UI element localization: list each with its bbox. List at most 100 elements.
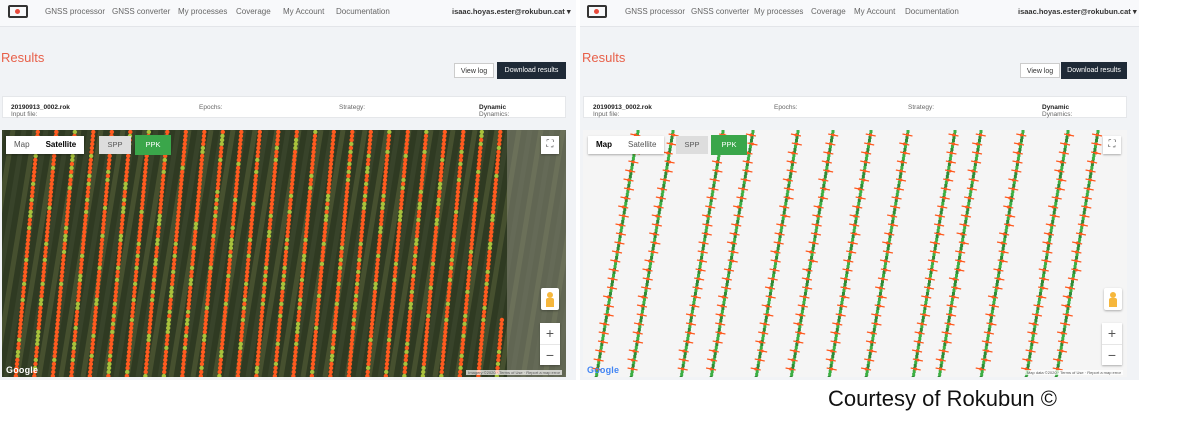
nav-documentation[interactable]: Documentation bbox=[905, 7, 959, 16]
fullscreen-icon[interactable]: ⛶ bbox=[541, 136, 559, 154]
float-point bbox=[98, 249, 104, 255]
map-type-satellite-button[interactable]: Satellite bbox=[38, 136, 85, 154]
dynamics-field: Dynamics: Dynamic bbox=[479, 104, 509, 118]
float-point bbox=[156, 229, 161, 235]
nav-my-processes[interactable]: My processes bbox=[178, 7, 227, 16]
fix-point bbox=[106, 365, 112, 371]
pegman-icon[interactable] bbox=[1104, 288, 1122, 310]
float-point bbox=[270, 193, 275, 199]
float-point bbox=[33, 353, 39, 359]
nav-gnss-converter[interactable]: GNSS converter bbox=[691, 7, 749, 16]
map-type-satellite-button[interactable]: Satellite bbox=[620, 136, 664, 154]
satellite-map[interactable]: Map Satellite SPP PPK ⛶ + − Google Image… bbox=[2, 130, 566, 377]
rokubun-logo[interactable] bbox=[8, 5, 28, 18]
fix-track-segment bbox=[710, 193, 714, 196]
float-point bbox=[236, 157, 241, 163]
float-point bbox=[440, 357, 445, 363]
nav-gnss-processor[interactable]: GNSS processor bbox=[625, 7, 685, 16]
fix-track-segment bbox=[835, 328, 839, 331]
float-point bbox=[487, 249, 492, 255]
fix-track-segment bbox=[955, 271, 959, 274]
float-point bbox=[239, 333, 244, 339]
zoom-out-button[interactable]: − bbox=[540, 345, 560, 366]
float-point bbox=[45, 221, 51, 227]
float-point bbox=[405, 337, 410, 343]
rokubun-logo[interactable] bbox=[587, 5, 607, 18]
float-point bbox=[668, 160, 672, 164]
float-point bbox=[226, 269, 231, 275]
fix-track-segment bbox=[852, 229, 856, 232]
fix-track-segment bbox=[912, 373, 916, 376]
nav-my-account[interactable]: My Account bbox=[283, 7, 324, 16]
fix-point bbox=[164, 345, 169, 351]
pegman-icon[interactable] bbox=[541, 288, 559, 310]
road-map[interactable]: Map Satellite SPP PPK ⛶ + − Google Map d… bbox=[583, 130, 1127, 377]
spp-toggle-button[interactable]: SPP bbox=[676, 136, 708, 154]
fix-track-segment bbox=[630, 373, 634, 376]
fix-point bbox=[173, 241, 178, 247]
float-point bbox=[123, 177, 129, 183]
fix-track-segment bbox=[983, 355, 987, 358]
float-point bbox=[119, 221, 125, 227]
float-point bbox=[119, 229, 124, 235]
fix-track-segment bbox=[974, 157, 978, 160]
map-type-map-button[interactable]: Map bbox=[588, 136, 620, 154]
nav-coverage[interactable]: Coverage bbox=[811, 7, 846, 16]
float-point bbox=[149, 305, 154, 311]
float-point bbox=[469, 245, 474, 251]
nav-gnss-processor[interactable]: GNSS processor bbox=[45, 7, 105, 16]
spp-toggle-button[interactable]: SPP bbox=[99, 136, 131, 154]
view-log-button[interactable]: View log bbox=[1020, 63, 1060, 78]
fix-point bbox=[392, 277, 397, 283]
float-point bbox=[699, 268, 703, 272]
user-menu[interactable]: isaac.hoyas.ester@rokubun.cat ▾ bbox=[452, 7, 571, 16]
float-point bbox=[852, 223, 856, 227]
fix-point bbox=[185, 317, 190, 323]
float-point bbox=[805, 268, 809, 272]
float-point bbox=[36, 325, 41, 331]
fix-track-segment bbox=[861, 175, 865, 178]
nav-my-processes[interactable]: My processes bbox=[754, 7, 803, 16]
float-point bbox=[794, 133, 798, 137]
fix-point bbox=[171, 269, 176, 275]
float-point bbox=[277, 321, 282, 327]
fix-point bbox=[437, 185, 442, 191]
float-point bbox=[255, 357, 260, 363]
fix-track-segment bbox=[947, 319, 951, 322]
download-results-button[interactable]: Download results bbox=[497, 62, 566, 79]
float-point bbox=[330, 137, 336, 143]
zoom-in-button[interactable]: + bbox=[1102, 323, 1122, 345]
float-point bbox=[479, 341, 484, 347]
fix-track-segment bbox=[1018, 145, 1022, 148]
ppk-toggle-button[interactable]: PPK bbox=[711, 135, 747, 155]
nav-gnss-converter[interactable]: GNSS converter bbox=[112, 7, 170, 16]
float-point bbox=[830, 349, 834, 353]
map-attribution[interactable]: Map data ©2020 · Terms of Use · Report a… bbox=[1024, 370, 1123, 375]
float-point bbox=[224, 293, 229, 299]
map-type-map-button[interactable]: Map bbox=[6, 136, 38, 154]
float-point bbox=[218, 153, 223, 159]
map-attribution[interactable]: Imagery ©2020 · Terms of Use · Report a … bbox=[466, 370, 562, 375]
nav-documentation[interactable]: Documentation bbox=[336, 7, 390, 16]
float-point bbox=[321, 245, 326, 251]
ppk-toggle-button[interactable]: PPK bbox=[135, 135, 171, 155]
float-point bbox=[979, 133, 983, 137]
float-point bbox=[1000, 241, 1004, 245]
fullscreen-icon[interactable]: ⛶ bbox=[1103, 136, 1121, 154]
user-menu[interactable]: isaac.hoyas.ester@rokubun.cat ▾ bbox=[1018, 7, 1137, 16]
float-point bbox=[653, 241, 657, 245]
zoom-out-button[interactable]: − bbox=[1102, 345, 1122, 366]
float-point bbox=[632, 349, 636, 353]
float-point bbox=[476, 165, 481, 171]
fix-point bbox=[295, 325, 300, 331]
float-point bbox=[356, 261, 362, 267]
nav-coverage[interactable]: Coverage bbox=[236, 7, 271, 16]
zoom-in-button[interactable]: + bbox=[540, 323, 560, 345]
float-point bbox=[415, 221, 421, 227]
float-point bbox=[201, 345, 206, 351]
download-results-button[interactable]: Download results bbox=[1061, 62, 1127, 79]
view-log-button[interactable]: View log bbox=[454, 63, 494, 78]
float-point bbox=[486, 253, 492, 259]
float-point bbox=[207, 277, 212, 283]
nav-my-account[interactable]: My Account bbox=[854, 7, 895, 16]
